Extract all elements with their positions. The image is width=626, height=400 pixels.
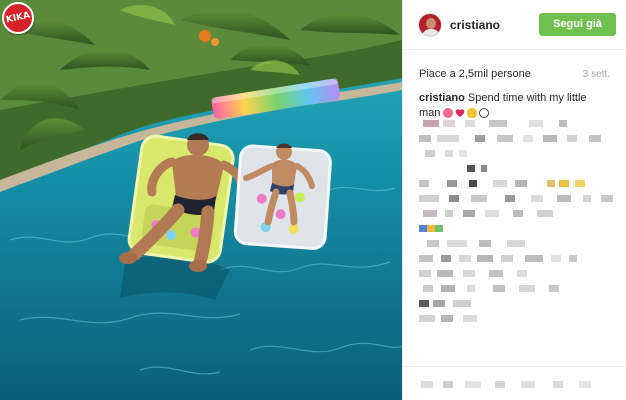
comment-pixelated	[419, 285, 619, 293]
post-photo[interactable]: KIKA	[0, 0, 402, 400]
likes-count[interactable]: Piace a 2,5mil persone	[419, 68, 531, 80]
kiss-emoji-icon	[443, 108, 454, 118]
comment-pixelated	[419, 225, 619, 233]
pool-scene-image	[0, 0, 402, 400]
avatar[interactable]	[418, 12, 442, 37]
kika-watermark-logo: KIKA	[2, 2, 34, 34]
comment-pixelated	[419, 135, 619, 143]
comment-pixelated	[419, 255, 619, 263]
comment-pixelated	[419, 240, 619, 248]
comment-pixelated	[419, 120, 619, 128]
instagram-post: KIKA cristiano Segui già Piace a 2,5mil …	[0, 0, 626, 400]
soccer-ball-emoji-icon	[479, 108, 490, 118]
watermark-text: KIKA	[5, 10, 31, 26]
comment-pixelated	[419, 300, 619, 308]
post-caption: cristiano Spend time with my little man	[403, 91, 626, 121]
comments-list-pixelated	[419, 120, 619, 330]
following-button[interactable]: Segui già	[539, 13, 616, 36]
caption-emojis	[443, 108, 490, 118]
comment-pixelated	[419, 315, 619, 323]
comment-pixelated	[419, 150, 619, 158]
username-link[interactable]: cristiano	[450, 18, 539, 32]
post-footer-pixelated	[403, 366, 626, 400]
comment-pixelated	[419, 270, 619, 278]
post-date[interactable]: 3 sett.	[583, 69, 610, 80]
comment-pixelated	[419, 210, 619, 218]
ok-hand-emoji-icon	[467, 108, 478, 118]
comment-pixelated	[419, 195, 619, 203]
post-meta: Piace a 2,5mil persone 3 sett.	[403, 57, 626, 91]
comment-pixelated	[419, 180, 619, 188]
heart-emoji-icon	[456, 109, 465, 117]
caption-author[interactable]: cristiano	[419, 92, 465, 104]
post-side-panel: cristiano Segui già Piace a 2,5mil perso…	[402, 0, 626, 400]
post-header: cristiano Segui già	[403, 0, 626, 50]
comment-pixelated	[419, 165, 619, 173]
